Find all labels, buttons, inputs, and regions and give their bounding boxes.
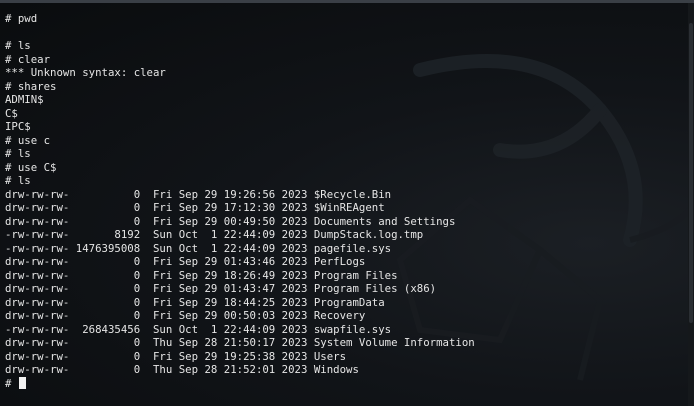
command-prompt-line[interactable]: # — [5, 376, 475, 391]
text-cursor[interactable] — [18, 376, 26, 389]
file-listing-row: drw-rw-rw- 0 Fri Sep 29 17:12:30 2023 $W… — [5, 201, 385, 214]
terminal-line: C$ — [5, 106, 18, 120]
terminal-line: # use C$ — [5, 160, 57, 174]
terminal-window[interactable]: # pwd # ls # clear *** Unknown syntax: clea… — [0, 0, 694, 406]
file-listing-row: drw-rw-rw- 0 Fri Sep 29 18:44:25 2023 Pr… — [5, 295, 385, 309]
window-top-border — [0, 0, 694, 3]
terminal-line: # use c — [5, 133, 51, 147]
file-listing-row: drw-rw-rw- 0 Fri Sep 29 00:49:50 2023 Do… — [5, 214, 456, 228]
file-listing-row: drw-rw-rw- 0 Fri Sep 29 01:43:46 2023 Pe… — [5, 255, 366, 268]
file-listing-row: drw-rw-rw- 0 Thu Sep 28 21:50:17 2023 Sy… — [5, 336, 475, 349]
terminal-line: # ls — [5, 147, 31, 160]
file-listing-row: drw-rw-rw- 0 Fri Sep 29 19:26:56 2023 $R… — [5, 187, 392, 201]
terminal-line: # pwd — [5, 12, 38, 25]
terminal-line: # ls — [5, 39, 31, 52]
terminal-output[interactable]: # pwd # ls # clear *** Unknown syntax: clea… — [5, 12, 475, 390]
scrollbar[interactable] — [688, 3, 694, 406]
file-listing-row: drw-rw-rw- 0 Fri Sep 29 01:43:47 2023 Pr… — [5, 282, 437, 295]
file-listing-row: drw-rw-rw- 0 Fri Sep 29 18:26:49 2023 Pr… — [5, 268, 398, 282]
terminal-line: *** Unknown syntax: clear — [5, 66, 166, 79]
file-listing-row: drw-rw-rw- 0 Fri Sep 29 19:25:38 2023 Us… — [5, 349, 347, 363]
file-listing-row: -rw-rw-rw- 8192 Sun Oct 1 22:44:09 2023 … — [5, 228, 424, 241]
file-listing-row: drw-rw-rw- 0 Fri Sep 29 00:50:03 2023 Re… — [5, 309, 366, 322]
terminal-line: # ls — [5, 174, 31, 187]
terminal-line: ADMIN$ — [5, 93, 44, 106]
terminal-line: IPC$ — [5, 120, 31, 133]
file-listing-row: -rw-rw-rw- 1476395008 Sun Oct 1 22:44:09… — [5, 241, 392, 255]
terminal-line: # clear — [5, 52, 51, 66]
scrollbar-thumb[interactable] — [689, 23, 693, 323]
file-listing-row: drw-rw-rw- 0 Thu Sep 28 21:52:01 2023 Wi… — [5, 363, 359, 376]
prompt-symbol: # — [5, 376, 18, 390]
terminal-line: # shares — [5, 79, 57, 93]
file-listing-row: -rw-rw-rw- 268435456 Sun Oct 1 22:44:09 … — [5, 322, 392, 336]
